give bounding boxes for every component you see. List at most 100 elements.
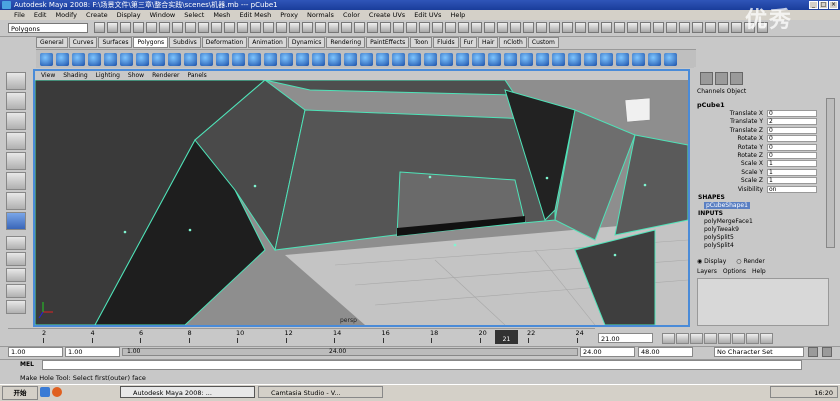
shelf-tab-curves[interactable]: Curves: [68, 37, 98, 48]
shelf-tool-icon[interactable]: [424, 53, 437, 66]
status-line-icon[interactable]: [302, 22, 313, 33]
shelf-tool-icon[interactable]: [328, 53, 341, 66]
shelf-tool-icon[interactable]: [120, 53, 133, 66]
step-back-key-icon[interactable]: [690, 333, 703, 344]
character-set-menu[interactable]: No Character Set: [714, 347, 804, 357]
rotate-tool-icon[interactable]: [6, 152, 26, 170]
status-line-icon[interactable]: [146, 22, 157, 33]
status-line-icon[interactable]: [588, 22, 599, 33]
attribute-value[interactable]: 0: [767, 152, 817, 159]
shelf-tab-toon[interactable]: Toon: [410, 37, 433, 48]
current-frame-marker[interactable]: 21: [495, 330, 518, 344]
menu-modify[interactable]: Modify: [55, 10, 77, 20]
shelf-tool-icon[interactable]: [392, 53, 405, 66]
status-line-icon[interactable]: [523, 22, 534, 33]
render-radio[interactable]: ○ Render: [736, 258, 765, 265]
shelf-tool-icon[interactable]: [648, 53, 661, 66]
channel-box-toggle-icon[interactable]: [730, 72, 743, 85]
layer-menu-help[interactable]: Help: [752, 268, 766, 275]
shelf-tool-icon[interactable]: [184, 53, 197, 66]
shelf-tab-surfaces[interactable]: Surfaces: [98, 37, 133, 48]
shelf-tool-icon[interactable]: [200, 53, 213, 66]
menu-color[interactable]: Color: [343, 10, 360, 20]
animation-preferences-icon[interactable]: [822, 347, 832, 357]
menu-file[interactable]: File: [14, 10, 25, 20]
status-line-icon[interactable]: [666, 22, 677, 33]
shelf-tool-icon[interactable]: [40, 53, 53, 66]
display-radio[interactable]: ◉ Display: [697, 258, 726, 265]
status-line-icon[interactable]: [536, 22, 547, 33]
shelf-tool-icon[interactable]: [376, 53, 389, 66]
menu-create[interactable]: Create: [86, 10, 108, 20]
shelf-tab-rendering[interactable]: Rendering: [326, 37, 366, 48]
panel-menu-lighting[interactable]: Lighting: [96, 71, 120, 80]
scale-tool-icon[interactable]: [6, 172, 26, 190]
attribute-name[interactable]: Scale X: [741, 160, 763, 168]
menu-window[interactable]: Window: [150, 10, 176, 20]
auto-key-icon[interactable]: [808, 347, 818, 357]
attribute-value[interactable]: 0: [767, 135, 817, 143]
status-line-icon[interactable]: [731, 22, 742, 33]
menu-edit[interactable]: Edit: [34, 10, 47, 20]
attribute-editor-toggle-icon[interactable]: [700, 72, 713, 85]
attribute-value[interactable]: 0: [767, 143, 817, 151]
shelf-tab-general[interactable]: General: [36, 37, 68, 48]
paint-select-tool-icon[interactable]: [6, 112, 26, 130]
shelf-tool-icon[interactable]: [520, 53, 533, 66]
start-button[interactable]: 开始: [2, 386, 38, 400]
status-line-icon[interactable]: [653, 22, 664, 33]
single-pane-layout-icon[interactable]: [6, 236, 26, 250]
status-line-icon[interactable]: [250, 22, 261, 33]
shelf-tab-ncloth[interactable]: nCloth: [499, 37, 527, 48]
status-line-icon[interactable]: [120, 22, 131, 33]
shelf-tool-icon[interactable]: [632, 53, 645, 66]
shelf-tool-icon[interactable]: [488, 53, 501, 66]
status-line-icon[interactable]: [185, 22, 196, 33]
status-line-icon[interactable]: [289, 22, 300, 33]
four-pane-layout-icon[interactable]: [6, 252, 26, 266]
status-line-icon[interactable]: [432, 22, 443, 33]
attribute-name[interactable]: Scale Z: [741, 177, 763, 185]
shape-node[interactable]: pCubeShape1: [704, 202, 750, 209]
lasso-tool-icon[interactable]: [6, 92, 26, 110]
shelf-tool-icon[interactable]: [104, 53, 117, 66]
status-line-icon[interactable]: [380, 22, 391, 33]
minimize-button[interactable]: _: [809, 1, 818, 9]
step-forward-key-icon[interactable]: [732, 333, 745, 344]
shelf-tool-icon[interactable]: [296, 53, 309, 66]
shelf-tool-icon[interactable]: [456, 53, 469, 66]
panel-menu-shading[interactable]: Shading: [63, 71, 87, 80]
range-slider[interactable]: 1.00 24.00: [122, 348, 578, 356]
menu-select[interactable]: Select: [184, 10, 204, 20]
layer-list[interactable]: [697, 278, 829, 326]
attribute-name[interactable]: Visibility: [738, 186, 763, 194]
attribute-name[interactable]: Rotate Z: [737, 152, 763, 160]
attribute-value[interactable]: 1: [767, 168, 817, 176]
taskbar-item-camtasia[interactable]: Camtasia Studio - V...: [258, 386, 383, 398]
status-line-icon[interactable]: [562, 22, 573, 33]
status-line-icon[interactable]: [328, 22, 339, 33]
channel-box-header[interactable]: Channels Object: [697, 88, 746, 95]
playback-start-field[interactable]: 1.00: [65, 347, 120, 357]
viewport-scene[interactable]: [35, 80, 688, 325]
shelf-tab-subdivs[interactable]: Subdivs: [169, 37, 201, 48]
maximize-button[interactable]: □: [819, 1, 828, 9]
status-line-icon[interactable]: [549, 22, 560, 33]
status-line-icon[interactable]: [627, 22, 638, 33]
shelf-tool-icon[interactable]: [504, 53, 517, 66]
status-line-icon[interactable]: [133, 22, 144, 33]
shelf-tool-icon[interactable]: [568, 53, 581, 66]
status-line-icon[interactable]: [497, 22, 508, 33]
status-line-icon[interactable]: [445, 22, 456, 33]
outliner-layout-icon[interactable]: [6, 300, 26, 314]
menu-display[interactable]: Display: [117, 10, 141, 20]
status-line-icon[interactable]: [575, 22, 586, 33]
status-line-icon[interactable]: [172, 22, 183, 33]
shelf-tab-dynamics[interactable]: Dynamics: [287, 37, 326, 48]
browser-quicklaunch-icon[interactable]: [52, 387, 62, 397]
playback-end-field[interactable]: 24.00: [580, 347, 635, 357]
attribute-name[interactable]: Rotate X: [737, 135, 763, 143]
status-line-icon[interactable]: [458, 22, 469, 33]
input-node[interactable]: polyTweak9: [704, 226, 739, 233]
shelf-tool-icon[interactable]: [280, 53, 293, 66]
